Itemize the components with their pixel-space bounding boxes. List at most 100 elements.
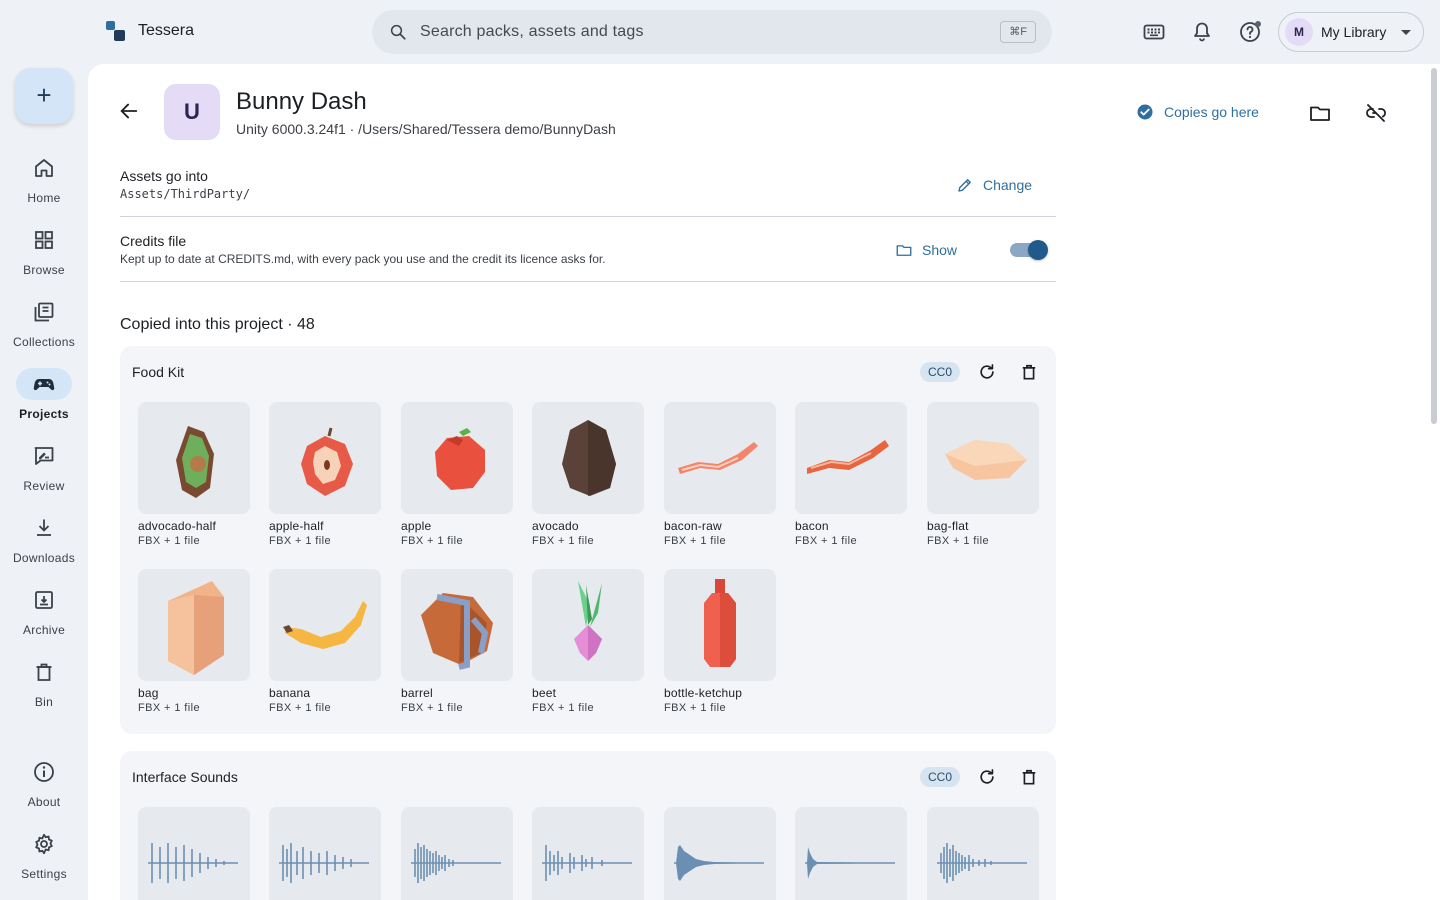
download-icon (37, 519, 51, 536)
asset-name: advocado-half (138, 519, 216, 533)
asset-thumbnail (269, 807, 381, 900)
assets-destination-path: Assets/ThirdParty/ (120, 187, 251, 201)
asset-name: avocado (532, 519, 579, 533)
asset-thumbnail (269, 569, 381, 681)
asset-thumbnail (664, 807, 776, 900)
nav-downloads[interactable]: Downloads (0, 512, 88, 576)
nav-archive[interactable]: Archive (0, 584, 88, 648)
nav-home[interactable]: Home (0, 152, 88, 216)
asset-thumbnail (532, 402, 644, 514)
folder-icon (896, 245, 912, 256)
asset-thumbnail (927, 807, 1039, 900)
asset-thumbnail (532, 569, 644, 681)
nav-review[interactable]: Review (0, 440, 88, 504)
search-bar[interactable]: Search packs, assets and tags ⌘F (372, 10, 1052, 54)
unlink-icon[interactable] (1364, 101, 1388, 125)
asset-thumbnail (795, 807, 907, 900)
search-shortcut-badge: ⌘F (1000, 21, 1036, 43)
assets-destination-title: Assets go into (120, 168, 208, 184)
help-icon[interactable] (1238, 20, 1262, 44)
info-icon (34, 762, 54, 782)
asset-meta: FBX + 1 file (138, 535, 200, 547)
nav-about[interactable]: About (0, 756, 88, 820)
chevron-down-icon (1401, 30, 1411, 35)
gamepad-icon (33, 379, 55, 391)
back-arrow-icon[interactable] (118, 100, 140, 122)
project-subtitle: Unity 6000.3.24f1 · /Users/Shared/Tesser… (236, 121, 616, 137)
plus-icon: + (36, 80, 52, 110)
asset-thumbnail (401, 402, 513, 514)
review-icon (34, 447, 54, 465)
asset-name: banana (269, 686, 311, 700)
asset-thumbnail (138, 807, 250, 900)
project-avatar: U (164, 84, 220, 140)
credits-file-description: Kept up to date at CREDITS.md, with ever… (120, 252, 606, 266)
folder-icon[interactable] (1308, 101, 1332, 125)
keyboard-icon[interactable] (1142, 20, 1166, 44)
asset-thumbnail (664, 569, 776, 681)
library-label: My Library (1321, 24, 1387, 40)
page-title: Bunny Dash (236, 88, 367, 115)
pack-group-food-kit: Food Kit CC0 advocado-half FBX + 1 file … (120, 346, 1056, 734)
pencil-icon (958, 179, 971, 192)
collections-icon (34, 302, 54, 322)
asset-name: bag-flat (927, 519, 969, 533)
asset-meta: FBX + 1 file (532, 535, 594, 547)
asset-name: bacon (795, 519, 829, 533)
credits-toggle[interactable] (1010, 240, 1048, 260)
asset-thumbnail (269, 402, 381, 514)
nav-settings[interactable]: Settings (0, 828, 88, 892)
asset-meta: FBX + 1 file (664, 702, 726, 714)
license-chip[interactable]: CC0 (920, 767, 960, 787)
pack-title: Food Kit (132, 364, 185, 380)
nav-browse[interactable]: Browse (0, 224, 88, 288)
trash-icon (36, 663, 52, 681)
credits-file-title: Credits file (120, 233, 187, 249)
asset-meta: FBX + 1 file (795, 535, 857, 547)
asset-thumbnail (795, 402, 907, 514)
bell-icon[interactable] (1190, 20, 1214, 44)
copied-heading: Copied into this project · 48 (120, 316, 315, 333)
check-circle-icon (1137, 104, 1153, 120)
refresh-icon[interactable] (977, 362, 997, 382)
library-switcher[interactable]: M My Library (1278, 12, 1424, 52)
asset-meta: FBX + 1 file (269, 702, 331, 714)
search-placeholder[interactable]: Search packs, assets and tags (420, 23, 644, 41)
asset-thumbnail (138, 402, 250, 514)
add-button[interactable]: + (15, 68, 73, 124)
project-detail-panel: U Bunny Dash Unity 6000.3.24f1 · /Users/… (88, 64, 1440, 900)
asset-meta: FBX + 1 file (401, 702, 463, 714)
divider (120, 216, 1056, 217)
asset-thumbnail (664, 402, 776, 514)
trash-icon[interactable] (1019, 767, 1039, 787)
nav-bin[interactable]: Bin (0, 656, 88, 720)
app-title: Tessera (138, 22, 195, 39)
asset-name: beet (532, 686, 557, 700)
asset-name: barrel (401, 686, 433, 700)
license-chip[interactable]: CC0 (920, 362, 960, 382)
asset-thumbnail (401, 569, 513, 681)
home-icon (35, 159, 53, 177)
asset-meta: FBX + 1 file (138, 702, 200, 714)
nav-projects[interactable]: Projects (0, 368, 88, 432)
asset-thumbnail (401, 807, 513, 900)
avatar: M (1285, 18, 1313, 46)
divider (120, 281, 1056, 282)
refresh-icon[interactable] (977, 767, 997, 787)
asset-meta: FBX + 1 file (927, 535, 989, 547)
asset-thumbnail (532, 807, 644, 900)
asset-thumbnail (138, 569, 250, 681)
archive-icon (35, 591, 53, 609)
asset-name: bag (138, 686, 159, 700)
grid-icon (35, 231, 53, 249)
asset-meta: FBX + 1 file (401, 535, 463, 547)
tessera-logo[interactable] (106, 21, 126, 41)
nav-collections[interactable]: Collections (0, 296, 88, 360)
pack-group-interface-sounds: Interface Sounds CC0 (120, 751, 1056, 900)
trash-icon[interactable] (1019, 362, 1039, 382)
asset-meta: FBX + 1 file (532, 702, 594, 714)
asset-name: apple-half (269, 519, 324, 533)
asset-name: apple (401, 519, 432, 533)
asset-name: bacon-raw (664, 519, 722, 533)
scrollbar[interactable] (1431, 68, 1437, 424)
